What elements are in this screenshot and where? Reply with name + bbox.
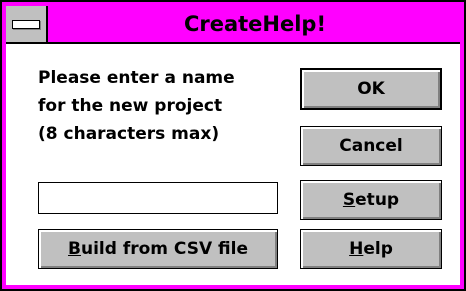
cancel-button-label: Cancel <box>339 136 403 156</box>
setup-button[interactable]: Setup <box>300 180 442 220</box>
project-name-input[interactable] <box>38 182 278 214</box>
help-button[interactable]: Help <box>300 229 442 269</box>
build-from-csv-button[interactable]: Build from CSV file <box>38 229 278 269</box>
build-csv-button-label: uild from CSV file <box>80 239 248 259</box>
cancel-button[interactable]: Cancel <box>300 126 442 166</box>
prompt-line-1: Please enter a name <box>38 68 235 88</box>
createhelp-dialog: CreateHelp! Please enter a name for the … <box>0 0 466 291</box>
setup-mnemonic: S <box>342 190 356 210</box>
project-name-prompt: Please enter a name for the new project … <box>38 64 288 148</box>
title-bar[interactable]: CreateHelp! <box>6 6 460 44</box>
system-menu-icon <box>12 20 40 29</box>
prompt-line-3: (8 characters max) <box>38 124 220 144</box>
window-title: CreateHelp! <box>183 12 327 36</box>
setup-button-label: etup <box>355 190 400 210</box>
help-mnemonic: H <box>349 239 364 259</box>
dialog-body: Please enter a name for the new project … <box>6 44 460 285</box>
ok-button-label: OK <box>357 79 385 99</box>
help-button-label: elp <box>363 239 393 259</box>
ok-button[interactable]: OK <box>300 68 442 110</box>
system-menu-button[interactable] <box>6 6 48 42</box>
prompt-line-2: for the new project <box>38 96 223 116</box>
build-csv-mnemonic: B <box>68 239 81 259</box>
